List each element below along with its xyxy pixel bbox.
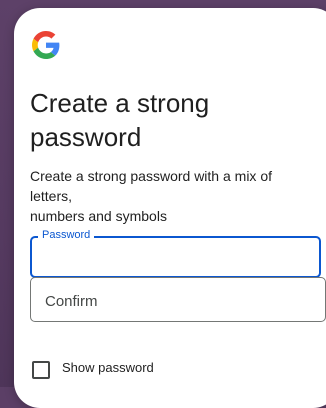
google-logo-icon [32, 31, 60, 59]
page-title: Create a strong password [30, 86, 320, 154]
confirm-input[interactable] [43, 288, 317, 314]
show-password-checkbox[interactable] [32, 361, 50, 379]
title-line-2: password [30, 122, 142, 152]
title-line-1: Create a strong [30, 88, 210, 118]
password-field[interactable] [30, 236, 321, 278]
description-line-2: numbers and symbols [30, 208, 167, 224]
password-input[interactable] [44, 246, 308, 272]
page-description: Create a strong password with a mix of l… [30, 166, 315, 226]
password-field-label: Password [38, 229, 95, 242]
confirm-field[interactable] [30, 277, 326, 322]
show-password-label[interactable]: Show password [62, 360, 154, 376]
description-line-1: Create a strong password with a mix of l… [30, 168, 272, 204]
